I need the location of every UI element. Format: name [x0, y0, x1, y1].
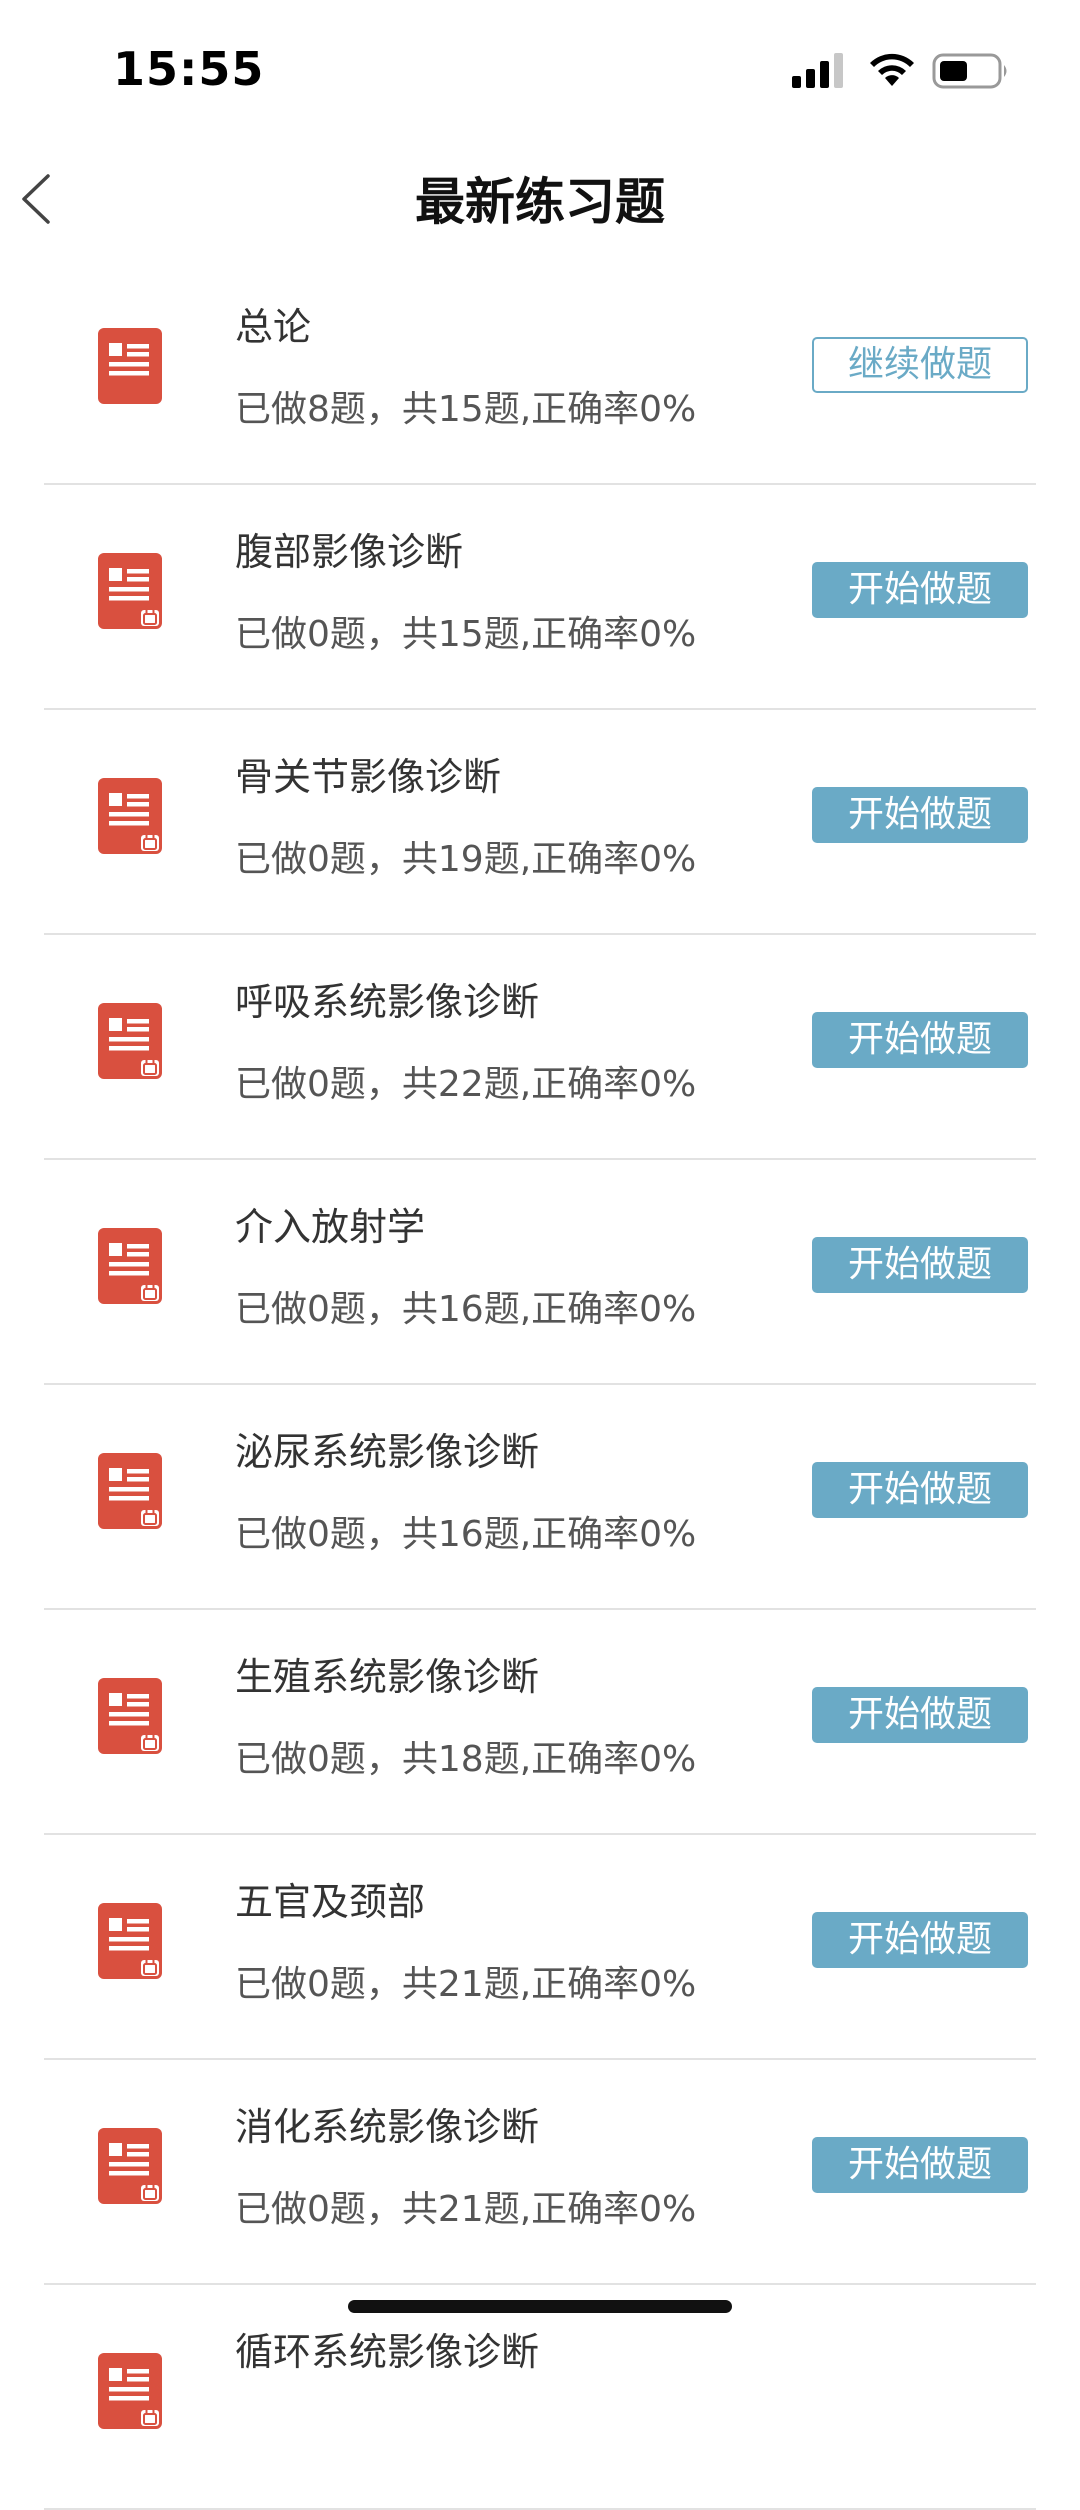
exercise-list-item[interactable]: 循环系统影像诊断 [0, 2285, 1080, 2510]
exercise-list-item[interactable]: 骨关节影像诊断已做0题，共19题,正确率0% 开始做题 [0, 710, 1080, 935]
start-practice-button[interactable]: 开始做题 [812, 787, 1028, 843]
exercise-title: 泌尿系统影像诊断 [235, 1430, 540, 1474]
exercise-document-icon [98, 1678, 162, 1754]
exercise-title: 介入放射学 [235, 1205, 426, 1249]
continue-practice-button[interactable]: 继续做题 [812, 337, 1028, 393]
exercise-title: 五官及颈部 [235, 1880, 426, 1924]
exercise-title: 循环系统影像诊断 [235, 2330, 540, 2374]
start-practice-button[interactable]: 开始做题 [812, 1687, 1028, 1743]
exercise-progress-text: 已做0题，共19题,正确率0% [235, 839, 697, 880]
exercise-list-item[interactable]: 腹部影像诊断已做0题，共15题,正确率0% 开始做题 [0, 485, 1080, 710]
exercise-document-icon [98, 1453, 162, 1529]
exercise-document-icon [98, 778, 162, 854]
status-bar: 15:55 [0, 0, 1080, 140]
exercise-document-icon [98, 1003, 162, 1079]
exercise-progress-text: 已做0题，共16题,正确率0% [235, 1514, 697, 1555]
exercise-list-item[interactable]: 生殖系统影像诊断已做0题，共18题,正确率0% 开始做题 [0, 1610, 1080, 1835]
exercise-document-icon [98, 2353, 162, 2429]
exercise-progress-text: 已做0题，共22题,正确率0% [235, 1064, 697, 1105]
exercise-list-item[interactable]: 总论已做8题，共15题,正确率0% 继续做题 [0, 260, 1080, 485]
start-practice-button[interactable]: 开始做题 [812, 1237, 1028, 1293]
page-title: 最新练习题 [415, 173, 665, 231]
exercise-progress-text: 已做0题，共18题,正确率0% [235, 1739, 697, 1780]
exercise-list-item[interactable]: 介入放射学已做0题，共16题,正确率0% 开始做题 [0, 1160, 1080, 1385]
start-practice-button[interactable]: 开始做题 [812, 562, 1028, 618]
start-practice-button[interactable]: 开始做题 [812, 1462, 1028, 1518]
exercise-document-icon [98, 1228, 162, 1304]
exercise-list-item[interactable]: 五官及颈部已做0题，共21题,正确率0% 开始做题 [0, 1835, 1080, 2060]
exercise-progress-text: 已做0题，共21题,正确率0% [235, 2189, 697, 2230]
exercise-document-icon [98, 1903, 162, 1979]
status-time: 15:55 [113, 42, 265, 96]
wifi-icon [870, 53, 914, 86]
exercise-title: 腹部影像诊断 [235, 530, 464, 574]
exercise-document-icon [98, 328, 162, 404]
exercise-title: 骨关节影像诊断 [235, 755, 502, 799]
exercise-document-icon [98, 2128, 162, 2204]
exercise-list-item[interactable]: 泌尿系统影像诊断已做0题，共16题,正确率0% 开始做题 [0, 1385, 1080, 1610]
start-practice-button[interactable]: 开始做题 [812, 1912, 1028, 1968]
cellular-signal-icon [792, 53, 843, 88]
exercise-progress-text: 已做0题，共16题,正确率0% [235, 1289, 697, 1330]
start-practice-button[interactable]: 开始做题 [812, 1012, 1028, 1068]
battery-icon [932, 53, 1007, 89]
start-practice-button[interactable]: 开始做题 [812, 2137, 1028, 2193]
exercise-list-item[interactable]: 消化系统影像诊断已做0题，共21题,正确率0% 开始做题 [0, 2060, 1080, 2285]
exercise-title: 总论 [235, 305, 312, 349]
navigation-bar: 最新练习题 [0, 140, 1080, 250]
exercise-progress-text: 已做0题，共21题,正确率0% [235, 1964, 697, 2005]
exercise-progress-text: 已做0题，共15题,正确率0% [235, 614, 697, 655]
exercise-list-item[interactable]: 呼吸系统影像诊断已做0题，共22题,正确率0% 开始做题 [0, 935, 1080, 1160]
exercise-progress-text: 已做8题，共15题,正确率0% [235, 389, 697, 430]
exercise-title: 生殖系统影像诊断 [235, 1655, 540, 1699]
exercise-title: 消化系统影像诊断 [235, 2105, 540, 2149]
exercise-document-icon [98, 553, 162, 629]
exercise-list: 总论已做8题，共15题,正确率0% 继续做题腹部影像诊断已做0题，共15题,正确率… [0, 260, 1080, 2510]
home-indicator [348, 2300, 732, 2313]
exercise-title: 呼吸系统影像诊断 [235, 980, 540, 1024]
